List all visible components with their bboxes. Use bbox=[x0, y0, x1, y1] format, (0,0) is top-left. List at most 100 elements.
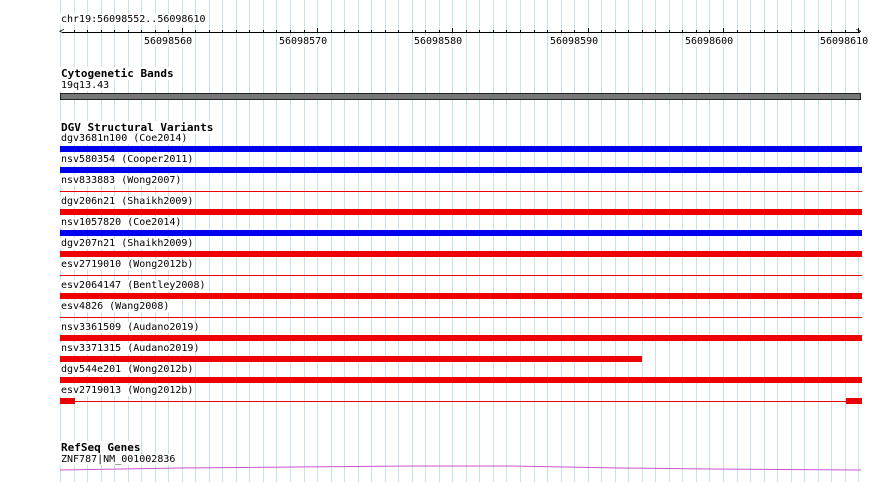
variant-bar[interactable] bbox=[60, 398, 75, 404]
variant-bar[interactable] bbox=[60, 356, 642, 362]
variant-label: esv2719010 (Wong2012b) bbox=[60, 259, 195, 270]
variant-label: nsv3371315 (Audano2019) bbox=[60, 343, 201, 354]
variant-label: esv2064147 (Bentley2008) bbox=[60, 280, 207, 291]
variant-bar[interactable] bbox=[60, 167, 862, 173]
grid-line bbox=[858, 0, 859, 482]
grid-line bbox=[547, 0, 548, 482]
grid-line bbox=[412, 0, 413, 482]
grid-line bbox=[222, 0, 223, 482]
grid-line bbox=[317, 0, 318, 482]
ruler-label: 56098560 bbox=[143, 36, 194, 47]
refseq-track-title[interactable]: RefSeq Genes bbox=[60, 441, 142, 454]
variant-bar[interactable] bbox=[60, 335, 862, 341]
grid-line bbox=[452, 0, 453, 482]
ruler-minor-tick bbox=[709, 30, 710, 33]
ruler-minor-tick bbox=[520, 30, 521, 33]
grid-line bbox=[655, 0, 656, 482]
variant-bar[interactable] bbox=[60, 317, 862, 318]
ruler-minor-tick bbox=[642, 30, 643, 33]
genome-browser-view: < > 56098560 56098570 56098580 56098590 … bbox=[0, 0, 890, 482]
ruler-minor-tick bbox=[818, 30, 819, 33]
variant-label: nsv833883 (Wong2007) bbox=[60, 175, 183, 186]
ruler-minor-tick bbox=[155, 30, 156, 33]
ruler-minor-tick bbox=[385, 30, 386, 33]
position-ruler[interactable]: < > 56098560 56098570 56098580 56098590 … bbox=[0, 0, 890, 60]
ruler-minor-tick bbox=[615, 30, 616, 33]
variant-bar[interactable] bbox=[60, 209, 862, 215]
ruler-major-tick bbox=[317, 28, 318, 33]
variant-label: dgv206n21 (Shaikh2009) bbox=[60, 196, 195, 207]
variant-bar[interactable] bbox=[60, 251, 862, 257]
ruler-minor-tick bbox=[682, 30, 683, 33]
variant-label: nsv3361509 (Audano2019) bbox=[60, 322, 201, 333]
variant-bar[interactable] bbox=[60, 146, 862, 152]
ruler-minor-tick bbox=[655, 30, 656, 33]
ruler-minor-tick bbox=[466, 30, 467, 33]
grid-line bbox=[371, 0, 372, 482]
ruler-minor-tick bbox=[168, 30, 169, 33]
grid-line bbox=[520, 0, 521, 482]
grid-line bbox=[425, 0, 426, 482]
ruler-major-tick bbox=[452, 28, 453, 33]
grid-line bbox=[574, 0, 575, 482]
ruler-minor-tick bbox=[669, 30, 670, 33]
ruler-minor-tick bbox=[222, 30, 223, 33]
region-label: chr19:56098552..56098610 bbox=[60, 14, 207, 25]
variant-label: dgv207n21 (Shaikh2009) bbox=[60, 238, 195, 249]
ruler-minor-tick bbox=[547, 30, 548, 33]
grid-line bbox=[601, 0, 602, 482]
ruler-minor-tick bbox=[737, 30, 738, 33]
grid-line bbox=[385, 0, 386, 482]
grid-line bbox=[737, 0, 738, 482]
ruler-minor-tick bbox=[628, 30, 629, 33]
ruler-minor-tick bbox=[493, 30, 494, 33]
gene-feature[interactable] bbox=[60, 462, 862, 474]
ruler-major-tick bbox=[858, 28, 859, 33]
cytoband-track-title[interactable]: Cytogenetic Bands bbox=[60, 67, 175, 80]
ruler-minor-tick bbox=[195, 30, 196, 33]
ruler-minor-tick bbox=[750, 30, 751, 33]
grid-line bbox=[290, 0, 291, 482]
variant-bar[interactable] bbox=[60, 377, 862, 383]
ruler-minor-tick bbox=[114, 30, 115, 33]
grid-line bbox=[209, 0, 210, 482]
grid-line bbox=[506, 0, 507, 482]
grid-line bbox=[669, 0, 670, 482]
grid-line bbox=[845, 0, 846, 482]
ruler-minor-tick bbox=[534, 30, 535, 33]
ruler-minor-tick bbox=[290, 30, 291, 33]
grid-line bbox=[331, 0, 332, 482]
cytoband-bar[interactable] bbox=[60, 93, 861, 100]
grid-line bbox=[561, 0, 562, 482]
variant-bar[interactable] bbox=[846, 398, 862, 404]
ruler-minor-tick bbox=[439, 30, 440, 33]
ruler-minor-tick bbox=[358, 30, 359, 33]
grid-line bbox=[398, 0, 399, 482]
ruler-minor-tick bbox=[276, 30, 277, 33]
grid-line bbox=[764, 0, 765, 482]
ruler-minor-tick bbox=[831, 30, 832, 33]
ruler-label: 56098600 bbox=[684, 36, 735, 47]
ruler-minor-tick bbox=[601, 30, 602, 33]
ruler-major-tick bbox=[182, 28, 183, 33]
variant-bar[interactable] bbox=[60, 275, 862, 276]
variant-bar[interactable] bbox=[60, 191, 862, 192]
variant-bar[interactable] bbox=[60, 230, 862, 236]
ruler-major-tick bbox=[723, 28, 724, 33]
ruler-minor-tick bbox=[398, 30, 399, 33]
variant-label: esv4826 (Wang2008) bbox=[60, 301, 171, 312]
gene-line bbox=[60, 465, 862, 471]
ruler-minor-tick bbox=[128, 30, 129, 33]
grid-line bbox=[276, 0, 277, 482]
ruler-label: 56098590 bbox=[549, 36, 600, 47]
variant-bar[interactable] bbox=[60, 401, 862, 402]
ruler-minor-tick bbox=[141, 30, 142, 33]
ruler-minor-tick bbox=[101, 30, 102, 33]
variant-label: esv2719013 (Wong2012b) bbox=[60, 385, 195, 396]
grid-line bbox=[236, 0, 237, 482]
grid-line bbox=[439, 0, 440, 482]
ruler-minor-tick bbox=[344, 30, 345, 33]
ruler-major-tick bbox=[588, 28, 589, 33]
variant-bar[interactable] bbox=[60, 293, 862, 299]
ruler-minor-tick bbox=[371, 30, 372, 33]
